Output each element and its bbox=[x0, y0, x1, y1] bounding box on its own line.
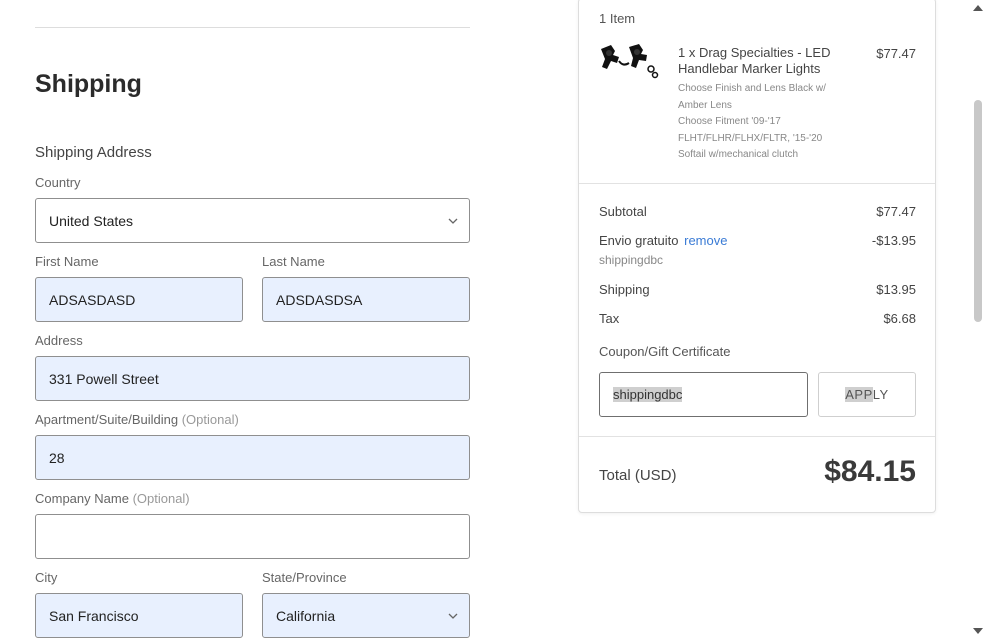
scrollbar-thumb[interactable] bbox=[974, 100, 982, 322]
subtotal-value: $77.47 bbox=[876, 204, 916, 219]
city-value: San Francisco bbox=[49, 607, 139, 624]
page-title: Shipping bbox=[35, 70, 142, 98]
product-option: Choose Finish and Lens Black w/ Amber Le… bbox=[678, 83, 826, 111]
product-thumbnail bbox=[599, 41, 661, 81]
address-label: Address bbox=[35, 333, 83, 348]
discount-row: Envio gratuito remove -$13.95 bbox=[599, 233, 916, 248]
address-field[interactable]: 331 Powell Street bbox=[35, 356, 470, 401]
apply-label-highlighted: APP bbox=[845, 387, 873, 402]
product-options: Choose Finish and Lens Black w/ Amber Le… bbox=[678, 81, 848, 164]
tax-value: $6.68 bbox=[883, 311, 916, 326]
country-select[interactable]: United States bbox=[35, 198, 470, 243]
subtotal-label: Subtotal bbox=[599, 204, 647, 219]
summary-divider bbox=[579, 436, 935, 437]
scroll-up-arrow-icon[interactable] bbox=[973, 3, 983, 13]
page-scrollbar[interactable] bbox=[970, 0, 986, 639]
remove-discount-link[interactable]: remove bbox=[684, 233, 727, 248]
city-label: City bbox=[35, 570, 58, 585]
shipping-address-heading: Shipping Address bbox=[35, 144, 152, 161]
coupon-label: Coupon/Gift Certificate bbox=[599, 344, 731, 359]
company-label: Company Name (Optional) bbox=[35, 491, 190, 506]
chevron-down-icon bbox=[437, 218, 469, 224]
shipping-value: $13.95 bbox=[876, 282, 916, 297]
section-divider bbox=[35, 27, 470, 28]
apartment-label: Apartment/Suite/Building (Optional) bbox=[35, 412, 239, 427]
state-select[interactable]: California bbox=[262, 593, 470, 638]
last-name-field[interactable]: ADSDASDSA bbox=[262, 277, 470, 322]
total-value: $84.15 bbox=[824, 455, 916, 488]
apartment-optional-text: (Optional) bbox=[181, 412, 239, 427]
discount-label: Envio gratuito bbox=[599, 233, 679, 248]
first-name-value: ADSASDASD bbox=[49, 291, 136, 308]
product-name: 1 x Drag Specialties - LED Handlebar Mar… bbox=[678, 45, 831, 76]
company-field[interactable] bbox=[35, 514, 470, 559]
apartment-value: 28 bbox=[49, 449, 65, 466]
product-option: Choose Fitment '09-'17 FLHT/FLHR/FLHX/FL… bbox=[678, 116, 823, 160]
first-name-field[interactable]: ADSASDASD bbox=[35, 277, 243, 322]
city-field[interactable]: San Francisco bbox=[35, 593, 243, 638]
coupon-input[interactable]: shippingdbc bbox=[599, 372, 808, 417]
chevron-down-icon bbox=[437, 613, 469, 619]
items-count: 1 Item bbox=[599, 11, 636, 26]
shipping-label: Shipping bbox=[599, 282, 650, 297]
address-value: 331 Powell Street bbox=[49, 370, 159, 387]
last-name-label: Last Name bbox=[262, 254, 325, 269]
discount-code: shippingdbc bbox=[599, 253, 664, 267]
country-select-value: United States bbox=[49, 212, 134, 229]
scroll-down-arrow-icon[interactable] bbox=[973, 626, 983, 636]
country-label: Country bbox=[35, 175, 81, 190]
state-label: State/Province bbox=[262, 570, 347, 585]
apply-coupon-button[interactable]: APP LY bbox=[818, 372, 916, 417]
company-label-text: Company Name bbox=[35, 491, 129, 506]
product-price: $77.47 bbox=[876, 46, 916, 61]
first-name-label: First Name bbox=[35, 254, 99, 269]
subtotal-row: Subtotal $77.47 bbox=[599, 204, 916, 219]
tax-row: Tax $6.68 bbox=[599, 311, 916, 326]
summary-divider bbox=[579, 183, 935, 184]
discount-value: -$13.95 bbox=[871, 233, 916, 248]
apply-label-rest: LY bbox=[872, 387, 889, 402]
apartment-field[interactable]: 28 bbox=[35, 435, 470, 480]
coupon-input-value: shippingdbc bbox=[613, 387, 683, 402]
company-optional-text: (Optional) bbox=[132, 491, 190, 506]
state-select-value: California bbox=[276, 607, 336, 624]
tax-label: Tax bbox=[599, 311, 620, 326]
last-name-value: ADSDASDSA bbox=[276, 291, 363, 308]
shipping-row: Shipping $13.95 bbox=[599, 282, 916, 297]
order-summary-card: 1 Item 1 x Drag Specialties - LED Handle… bbox=[578, 0, 936, 513]
total-label: Total (USD) bbox=[599, 467, 677, 484]
apartment-label-text: Apartment/Suite/Building bbox=[35, 412, 179, 427]
